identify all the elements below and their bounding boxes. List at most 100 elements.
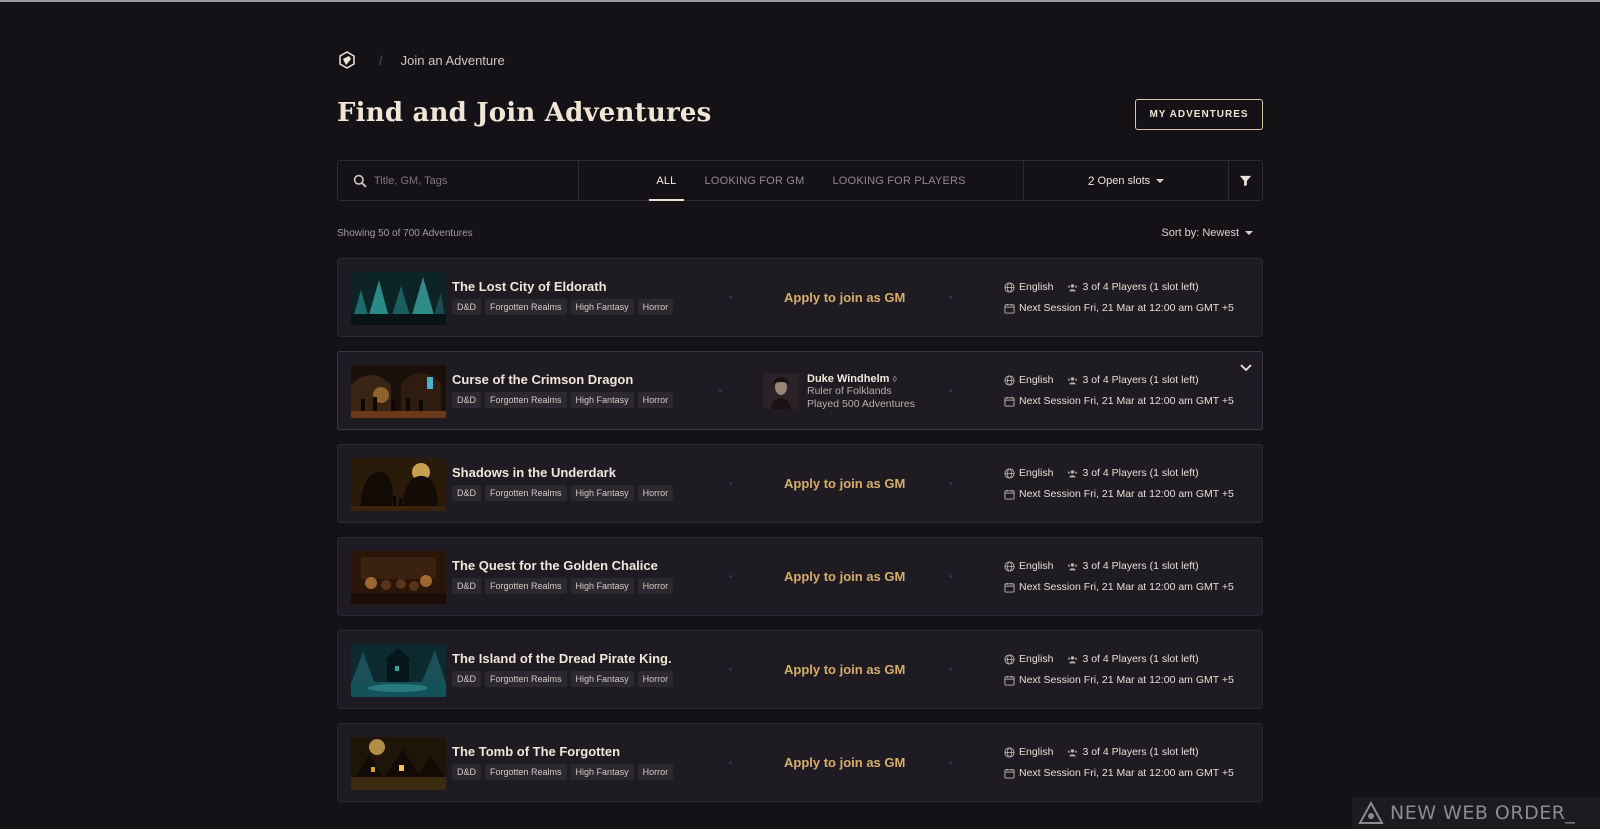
adventure-title[interactable]: The Island of the Dread Pirate King. (452, 651, 672, 666)
search-box (338, 161, 579, 200)
tag: D&D (452, 299, 482, 315)
tag: D&D (452, 485, 482, 501)
tag: Forgotten Realms (485, 764, 567, 780)
language: English (1019, 467, 1054, 479)
next-session: Next Session Fri, 21 Mar at 12:00 am GMT… (1019, 395, 1234, 407)
tag: High Fantasy (570, 299, 634, 315)
tab-looking-for-players[interactable]: LOOKING FOR PLAYERS (825, 161, 972, 200)
diamond-icon: ◊ (892, 374, 897, 384)
tag: Forgotten Realms (485, 578, 567, 594)
adventure-title[interactable]: The Tomb of The Forgotten (452, 744, 620, 759)
adventure-card[interactable]: The Island of the Dread Pirate King. D&D… (337, 630, 1263, 709)
globe-icon (1004, 746, 1015, 758)
apply-as-gm-link[interactable]: Apply to join as GM (784, 662, 905, 677)
adventure-card[interactable]: Curse of the Crimson Dragon D&D Forgotte… (337, 351, 1263, 430)
players-icon (1068, 469, 1078, 477)
search-icon (353, 174, 367, 188)
apply-as-gm-link[interactable]: Apply to join as GM (784, 476, 905, 491)
divider-dot (719, 389, 722, 392)
adventure-thumbnail (351, 365, 446, 418)
globe-icon (1004, 560, 1015, 572)
players-icon (1068, 283, 1078, 291)
tag-list: D&D Forgotten Realms High Fantasy Horror (452, 299, 677, 315)
divider-dot (949, 389, 952, 392)
tag-list: D&D Forgotten Realms High Fantasy Horror (452, 392, 677, 408)
adventure-card[interactable]: The Tomb of The Forgotten D&D Forgotten … (337, 723, 1263, 802)
adventure-title[interactable]: Shadows in the Underdark (452, 465, 616, 480)
search-input[interactable] (374, 174, 554, 187)
tag: High Fantasy (570, 671, 634, 687)
open-slots-label: Open slots (1097, 174, 1151, 187)
adventure-meta: English 3 of 4 Players (1 slot left) Nex… (1004, 558, 1234, 600)
calendar-icon (1004, 675, 1015, 686)
divider-dot (949, 761, 952, 764)
tag: Forgotten Realms (485, 299, 567, 315)
sort-label: Sort by: Newest (1161, 227, 1239, 239)
avatar (763, 373, 799, 409)
globe-icon (1004, 467, 1015, 479)
calendar-icon (1004, 396, 1015, 407)
tag: Horror (637, 578, 674, 594)
adventure-card[interactable]: The Lost City of Eldorath D&D Forgotten … (337, 258, 1263, 337)
open-slots-dropdown[interactable]: 2 Open slots (1024, 161, 1229, 200)
tab-looking-for-gm[interactable]: LOOKING FOR GM (698, 161, 812, 200)
tag: Horror (637, 485, 674, 501)
player-count: 3 of 4 Players (1 slot left) (1082, 746, 1199, 758)
next-session: Next Session Fri, 21 Mar at 12:00 am GMT… (1019, 674, 1234, 686)
filter-icon (1239, 175, 1252, 187)
calendar-icon (1004, 768, 1015, 779)
adventure-thumbnail (351, 458, 446, 511)
calendar-icon (1004, 489, 1015, 500)
tag: Forgotten Realms (485, 392, 567, 408)
page-title: Find and Join Adventures (337, 98, 712, 128)
globe-icon (1004, 374, 1015, 386)
player-count: 3 of 4 Players (1 slot left) (1082, 374, 1199, 386)
players-icon (1068, 376, 1078, 384)
tag: D&D (452, 578, 482, 594)
open-slots-count: 2 (1087, 173, 1095, 188)
apply-as-gm-link[interactable]: Apply to join as GM (784, 569, 905, 584)
player-count: 3 of 4 Players (1 slot left) (1082, 281, 1199, 293)
adventure-title[interactable]: Curse of the Crimson Dragon (452, 372, 633, 387)
adventure-card[interactable]: The Quest for the Golden Chalice D&D For… (337, 537, 1263, 616)
adventure-thumbnail (351, 551, 446, 604)
players-icon (1068, 748, 1078, 756)
adventure-title[interactable]: The Lost City of Eldorath (452, 279, 607, 294)
breadcrumb-separator: / (379, 52, 383, 68)
adventure-title[interactable]: The Quest for the Golden Chalice (452, 558, 658, 573)
adventure-thumbnail (351, 644, 446, 697)
my-adventures-button[interactable]: MY ADVENTURES (1135, 99, 1263, 130)
chevron-down-icon[interactable] (1239, 361, 1253, 375)
divider-dot (729, 296, 732, 299)
filter-tabs: ALL LOOKING FOR GM LOOKING FOR PLAYERS (579, 161, 1024, 201)
watermark: NEW WEB ORDER_ (1352, 797, 1600, 829)
players-icon (1068, 655, 1078, 663)
players-icon (1068, 562, 1078, 570)
adventure-thumbnail (351, 272, 446, 325)
watermark-text: NEW WEB ORDER_ (1390, 802, 1576, 824)
chevron-down-icon (1156, 178, 1165, 183)
player-count: 3 of 4 Players (1 slot left) (1082, 560, 1199, 572)
adventure-list: The Lost City of Eldorath D&D Forgotten … (337, 258, 1263, 816)
adventure-card[interactable]: Shadows in the Underdark D&D Forgotten R… (337, 444, 1263, 523)
calendar-icon (1004, 582, 1015, 593)
divider-dot (949, 668, 952, 671)
tag: D&D (452, 671, 482, 687)
logo-icon[interactable] (337, 50, 357, 70)
tag: Horror (637, 764, 674, 780)
divider-dot (949, 575, 952, 578)
next-session: Next Session Fri, 21 Mar at 12:00 am GMT… (1019, 302, 1234, 314)
gm-role: Ruler of Folklands (807, 385, 892, 397)
tab-all[interactable]: ALL (649, 161, 684, 201)
sort-dropdown[interactable]: Sort by: Newest (1161, 227, 1253, 239)
gm-info[interactable]: Duke Windhelm ◊ Ruler of Folklands Playe… (763, 373, 915, 411)
gm-played: Played 500 Adventures (807, 398, 915, 410)
filter-button[interactable] (1229, 161, 1262, 200)
adventure-meta: English 3 of 4 Players (1 slot left) Nex… (1004, 372, 1234, 414)
apply-as-gm-link[interactable]: Apply to join as GM (784, 755, 905, 770)
apply-as-gm-link[interactable]: Apply to join as GM (784, 290, 905, 305)
tag: Horror (637, 671, 674, 687)
adventure-thumbnail (351, 737, 446, 790)
player-count: 3 of 4 Players (1 slot left) (1082, 467, 1199, 479)
player-count: 3 of 4 Players (1 slot left) (1082, 653, 1199, 665)
